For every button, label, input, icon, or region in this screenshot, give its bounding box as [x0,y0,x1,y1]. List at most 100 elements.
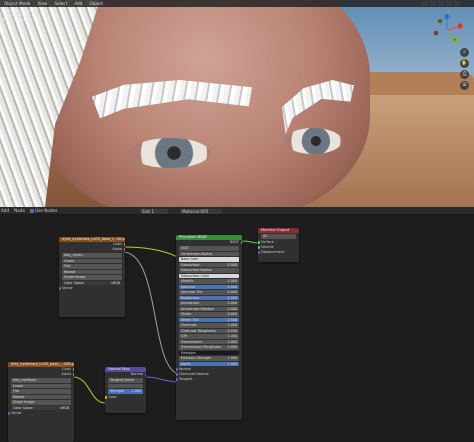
neg-x-icon [433,30,439,36]
navigation-gizmo[interactable]: X Y Z [428,13,466,47]
3d-viewport[interactable]: Object Mode View Select Add Object User … [0,0,474,207]
bsdf-input-alpha[interactable]: Alpha 1.000 [179,361,239,366]
bsdf-input-metallic[interactable]: Metallic 0.000 [179,279,239,284]
principled-bsdf-node[interactable]: Principled BSDF BSDF GGX Christensen-Bur… [176,235,242,420]
bsdf-input-emission[interactable]: Emission [179,350,239,355]
image-texture-node-2[interactable]: eley_eyebrows_Lv05_base_...006.png Color… [8,362,74,442]
target-dropdown[interactable]: All [261,234,296,239]
bsdf-input-sheen-tint[interactable]: Sheen Tint 0.500 [179,317,239,322]
socket-tangent-in[interactable] [176,378,178,381]
input-vector: Vector [59,286,125,291]
camera-icon[interactable]: ⎙ [460,70,469,79]
solid-shading-button[interactable] [438,1,444,6]
color-space-dropdown[interactable]: Color Space sRGB [11,405,71,410]
bsdf-input-base-color[interactable]: Base Color [179,257,239,262]
zoom-icon[interactable]: ⌕ [460,48,469,57]
node-editor-header: Add Node Use Nodes Slot 1 Material.005 [0,207,474,215]
interpolation-dropdown[interactable]: Linear [62,258,122,263]
bsdf-input-specular[interactable]: Specular 0.500 [179,284,239,289]
image-selector[interactable]: eley_eyebr... [62,253,122,258]
projection-dropdown[interactable]: Flat [62,264,122,269]
scene-name: Scene Collection [3,17,33,22]
bsdf-input-roughness[interactable]: Roughness 0.500 [179,295,239,300]
input-color: Color [105,395,146,400]
input-value: 1.000 [227,361,237,366]
projection-dropdown[interactable]: Flat [11,389,71,394]
input-value: 0.500 [227,317,237,322]
distribution-dropdown[interactable]: GGX [179,246,239,251]
output-normal: Normal [105,372,146,377]
slot-dropdown[interactable]: Slot 1 [140,208,168,214]
color-space-dropdown[interactable]: Color Space sRGB [62,280,122,285]
xray-button[interactable] [430,1,436,6]
interpolation-dropdown[interactable]: Linear [11,383,71,388]
menu-object[interactable]: Object [87,1,105,6]
menu-view[interactable]: View [35,1,49,6]
input-value: 0.000 [227,345,237,349]
grid-perspective-icon[interactable]: ⊞ [460,81,469,90]
input-value: 0.000 [227,279,237,283]
material-name-field[interactable]: Material.005 [180,208,222,214]
socket-alpha-out[interactable] [123,248,125,251]
input-label: Clearcoat Roughness [181,328,216,333]
socket-displacement-in[interactable] [258,250,260,254]
menu-add[interactable]: Add [72,1,84,6]
source-dropdown[interactable]: Single Image [11,400,71,405]
socket-volume-in[interactable] [258,245,260,249]
material-output-node[interactable]: Material Output All Surface Volume Displ… [258,228,299,262]
socket-color-out[interactable] [72,368,74,371]
input-value: 1.000 [227,356,237,360]
input-value: 0.500 [227,295,237,300]
menu-add-node[interactable]: Add [1,208,9,213]
bsdf-input-anisotropic[interactable]: Anisotropic 0.000 [179,301,239,306]
rendered-shading-button[interactable] [454,1,460,6]
extension-dropdown[interactable]: Repeat [11,394,71,399]
socket-vector-in[interactable] [8,412,10,415]
image-selector[interactable]: eley_eyebrow... [11,378,71,383]
bsdf-input-clearcoat[interactable]: Clearcoat 0.000 [179,323,239,328]
input-vector: Vector [8,411,74,416]
bsdf-input-transmission[interactable]: Transmission 0.000 [179,339,239,344]
input-value: 0.000 [227,306,237,311]
space-dropdown[interactable]: Tangent Space [108,378,143,383]
bsdf-input-subsurface[interactable]: Subsurface 0.000 [179,262,239,267]
viewport-header: Object Mode View Select Add Object [0,0,474,7]
subsurface-method-dropdown[interactable]: Christensen-Burley [179,251,239,256]
bsdf-input-ior[interactable]: IOR 1.450 [179,334,239,339]
input-label: Anisotropic Rotation [181,306,215,311]
socket-color-in[interactable] [105,395,107,399]
socket-clearcoat-normal-in[interactable] [176,373,178,376]
socket-color-out[interactable] [123,243,125,246]
source-dropdown[interactable]: Single Image [62,275,122,280]
pan-hand-icon[interactable]: ✋ [460,59,469,68]
normal-map-node[interactable]: Normal Map Normal Tangent Space Strength… [105,367,146,413]
bsdf-input-sheen[interactable]: Sheen 0.000 [179,312,239,317]
menu-node[interactable]: Node [14,208,25,213]
socket-normal-in[interactable] [176,368,178,371]
socket-surface-in[interactable] [258,240,260,244]
bsdf-input-clearcoat-roughness[interactable]: Clearcoat Roughness 0.030 [179,328,239,333]
left-eye [130,138,210,168]
socket-bsdf-out[interactable] [240,241,242,244]
material-shading-button[interactable] [446,1,452,6]
strength-slider[interactable]: Strength 1.000 [108,389,143,394]
socket-normal-out[interactable] [144,373,146,376]
extension-dropdown[interactable]: Repeat [62,269,122,274]
bsdf-input-transmission-roughness[interactable]: Transmission Roughness 0.000 [179,345,239,350]
menu-select[interactable]: Select [52,1,69,6]
socket-vector-in[interactable] [59,287,61,290]
overlay-button[interactable] [422,1,428,6]
bsdf-input-emission-strength[interactable]: Emission Strength 1.000 [179,356,239,361]
use-nodes-toggle[interactable]: Use Nodes [30,208,57,213]
uv-map-field[interactable] [108,383,143,388]
image-texture-node[interactable]: eyes_eyebrows_Lv05_base_r...00.png Color… [59,237,125,317]
bsdf-input-anisotropic-rotation[interactable]: Anisotropic Rotation 0.000 [179,306,239,311]
bsdf-input-subsurface-radius[interactable]: Subsurface Radius [179,268,239,273]
mode-dropdown[interactable]: Object Mode [2,1,33,6]
node-title[interactable]: Material Output [258,228,299,233]
socket-alpha-out[interactable] [72,373,74,376]
node-editor-canvas[interactable]: eyes_eyebrows_Lv05_base_r...00.png Color… [0,215,474,442]
input-value: 0.000 [227,262,237,267]
bsdf-input-subsurface-color[interactable]: Subsurface Color [179,273,239,278]
bsdf-input-specular-tint[interactable]: Specular Tint 0.000 [179,290,239,295]
